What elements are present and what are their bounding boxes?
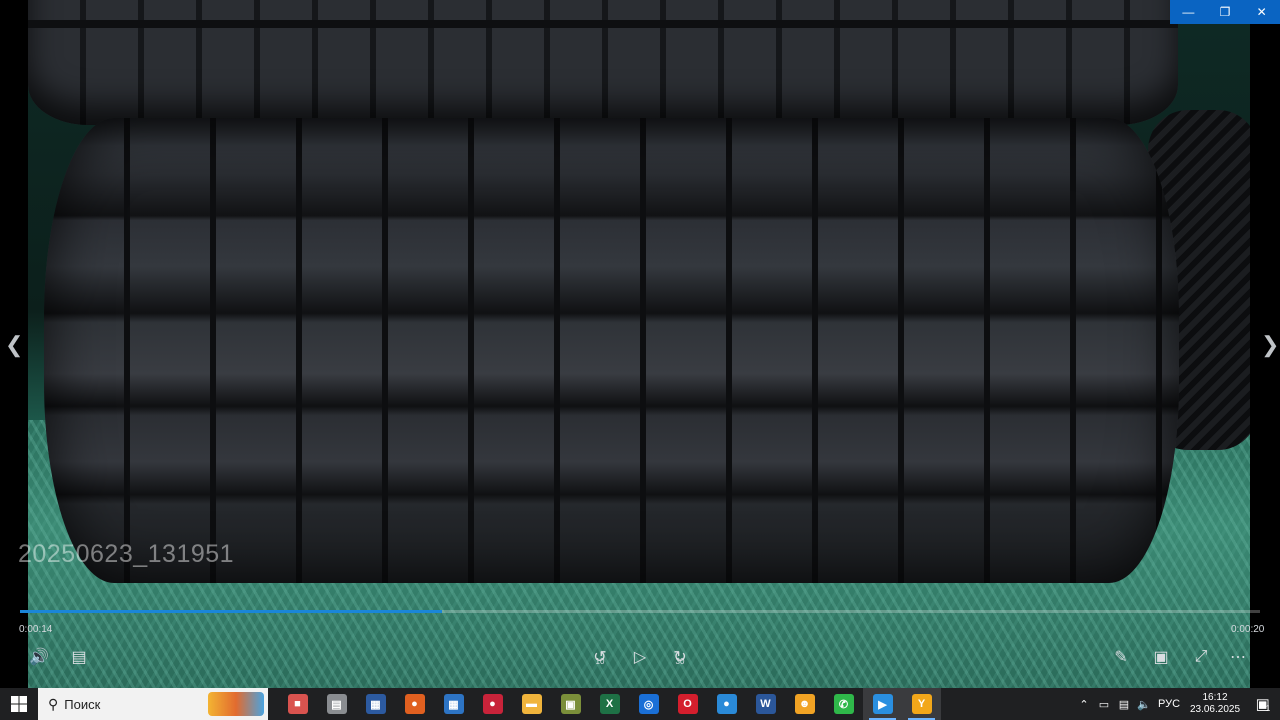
taskbar-app-yandex-app[interactable]: Y [902,688,941,720]
search-placeholder: Поиск [64,696,101,712]
opera-app-icon: O [677,694,698,714]
skip-forward-seconds: 30 [675,657,685,666]
calculator-app-icon: ▦ [443,694,464,714]
taskbar: ⚲ Поиск ■ ▤ ▦ ● ▦ ● ▬ ▣ X ◎ O ● W ☻ ✆ ▶ Y ⌃ ▭ ▤ 🔈 РУС 16… [0,688,1280,720]
miniplayer-icon: ▣ [1153,649,1169,666]
miniplayer-button[interactable]: ▣ [1150,645,1172,669]
speaker-icon[interactable]: 🔈 [1134,698,1154,711]
system-tray: ⌃ ▭ ▤ 🔈 РУС 16:12 23.06.2025 ▣ 1 [1074,688,1280,720]
notification-count: 1 [1265,703,1271,713]
notifications-button[interactable]: ▣ 1 [1246,688,1280,720]
fan-app-icon: ■ [287,694,308,714]
taskbar-app-fire-app[interactable]: ● [395,688,434,720]
main-tire-tread [44,118,1179,583]
play-button[interactable]: ▷ [628,645,652,669]
chevron-up-icon[interactable]: ⌃ [1074,698,1094,711]
taskbar-app-word-app[interactable]: W [746,688,785,720]
upper-tire [28,0,1178,125]
monitor-app-icon: ▦ [365,694,386,714]
fire-app-icon: ● [404,694,425,714]
excel-app-icon: X [599,694,620,714]
paint-app-icon: ● [716,694,737,714]
search-icon: ⚲ [48,695,59,712]
yandex-app-icon: Y [911,694,932,714]
photos-app-icon: ▣ [560,694,581,714]
subtitles-button[interactable]: ▤ [68,645,90,669]
seek-bar-fill [20,610,442,613]
taskbar-app-fan-app[interactable]: ■ [278,688,317,720]
windows-icon [11,696,27,712]
skip-back-seconds: 10 [595,657,605,666]
minimize-icon: — [1182,5,1195,19]
taskbar-app-photos-app[interactable]: ▣ [551,688,590,720]
more-button[interactable]: ⋯ [1228,645,1248,669]
video-player-window: 20250623_131951 ❮ ❯ — ❐ ✕ 0:00:14 0:00:2… [0,0,1280,688]
start-button[interactable] [0,688,38,720]
clock-date: 23.06.2025 [1189,704,1241,715]
taskbar-app-media-app[interactable]: ☻ [785,688,824,720]
device-icon[interactable]: ▭ [1094,698,1114,711]
record-app-icon: ● [482,694,503,714]
pinned-apps: ■ ▤ ▦ ● ▦ ● ▬ ▣ X ◎ O ● W ☻ ✆ ▶ Y [278,688,941,720]
taskbar-app-paint-app[interactable]: ● [707,688,746,720]
taskbar-app-file-app[interactable]: ▤ [317,688,356,720]
media-app-icon: ☻ [794,694,815,714]
close-icon: ✕ [1256,5,1267,19]
fullscreen-icon: ⤢ [1194,648,1208,665]
current-time: 0:00:14 [19,624,53,635]
word-app-icon: W [755,694,776,714]
restore-button[interactable]: ❐ [1207,0,1244,24]
volume-button[interactable]: 🔊 [28,645,50,669]
pencil-icon: ✎ [1114,649,1128,666]
search-box[interactable]: ⚲ Поиск [38,688,268,720]
close-button[interactable]: ✕ [1243,0,1280,24]
skip-back-button[interactable]: ↺ 10 [588,645,612,669]
phone-app-icon: ✆ [833,694,854,714]
taskbar-app-calculator-app[interactable]: ▦ [434,688,473,720]
taskbar-app-record-app[interactable]: ● [473,688,512,720]
window-controls: — ❐ ✕ [1170,0,1280,24]
edit-button[interactable]: ✎ [1110,645,1132,669]
more-icon: ⋯ [1230,649,1246,666]
taskbar-app-video-player-app[interactable]: ▶ [863,688,902,720]
subtitles-icon: ▤ [71,649,87,666]
previous-arrow-icon[interactable]: ❮ [5,332,23,358]
seek-bar[interactable] [20,610,1260,613]
fullscreen-button[interactable]: ⤢ [1190,645,1212,669]
taskbar-app-phone-app[interactable]: ✆ [824,688,863,720]
taskbar-app-opera-app[interactable]: O [668,688,707,720]
file-app-icon: ▤ [326,694,347,714]
language-indicator[interactable]: РУС [1154,698,1184,710]
network-icon[interactable]: ▤ [1114,698,1134,711]
playback-controls: 🔊 ▤ ↺ 10 ▷ ↻ 30 ✎ ▣ ⤢ ⋯ [0,645,1280,669]
explorer-app-icon: ▬ [521,694,542,714]
total-time: 0:00:20 [1231,624,1265,635]
restore-icon: ❐ [1219,5,1231,19]
cleaner-app-icon: ◎ [638,694,659,714]
minimize-button[interactable]: — [1170,0,1207,24]
play-icon: ▷ [633,649,647,666]
video-frame[interactable] [28,0,1250,688]
next-arrow-icon[interactable]: ❯ [1261,332,1279,358]
taskbar-app-monitor-app[interactable]: ▦ [356,688,395,720]
volume-icon: 🔊 [29,649,49,666]
search-highlight-image [208,692,264,716]
video-title: 20250623_131951 [18,540,235,568]
skip-forward-button[interactable]: ↻ 30 [668,645,692,669]
clock-time: 16:12 [1202,692,1228,703]
clock[interactable]: 16:12 23.06.2025 [1184,692,1246,716]
taskbar-app-explorer-app[interactable]: ▬ [512,688,551,720]
taskbar-app-excel-app[interactable]: X [590,688,629,720]
taskbar-app-cleaner-app[interactable]: ◎ [629,688,668,720]
video-player-app-icon: ▶ [872,694,893,714]
